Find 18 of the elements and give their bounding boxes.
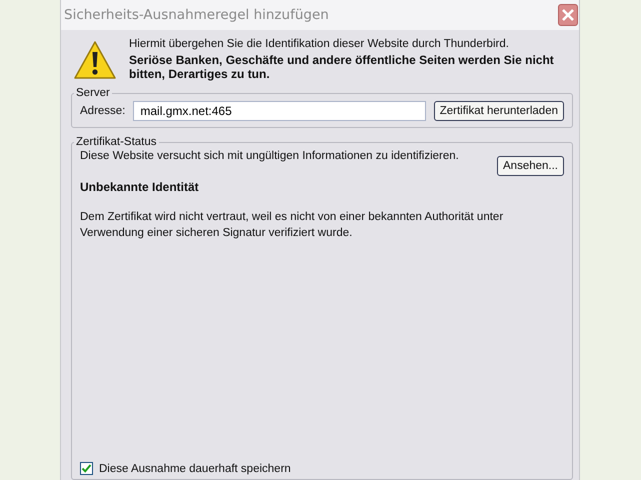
download-certificate-button[interactable]: Zertifikat herunterladen xyxy=(434,101,564,121)
checkbox-label: Diese Ausnahme dauerhaft speichern xyxy=(99,462,291,474)
address-label: Adresse: xyxy=(80,105,126,117)
checkbox[interactable] xyxy=(80,462,93,475)
checkmark-icon xyxy=(81,463,92,474)
group-label: Zertifikat-Status xyxy=(75,136,158,148)
status-message: Diese Website versucht sich mit ungültigen Informationen zu identifizieren. xyxy=(80,150,459,162)
close-button[interactable] xyxy=(558,4,578,26)
warning-icon xyxy=(73,40,117,80)
view-button[interactable]: Ansehen... xyxy=(497,156,564,176)
group-label: Server xyxy=(75,87,111,99)
address-field[interactable]: mail.gmx.net:465 xyxy=(133,101,426,121)
close-icon xyxy=(561,8,575,22)
status-detail: Dem Zertifikat wird nicht vertraut, weil es nicht von einer bekannten Authorität unter Verwendung einer sicheren Signatur verifiziert wurde. xyxy=(80,210,504,241)
status-heading: Unbekannte Identität xyxy=(80,180,200,194)
window-title: Sicherheits-Ausnahmeregel hinzufügen xyxy=(64,7,329,23)
warning-emphasis: Seriöse Banken, Geschäfte und andere öffentliche Seiten werden Sie nicht bitten, Derartiges zu tun. xyxy=(129,53,555,81)
warning-text: Hiermit übergehen Sie die Identifikation dieser Website durch Thunderbird. xyxy=(129,38,510,50)
